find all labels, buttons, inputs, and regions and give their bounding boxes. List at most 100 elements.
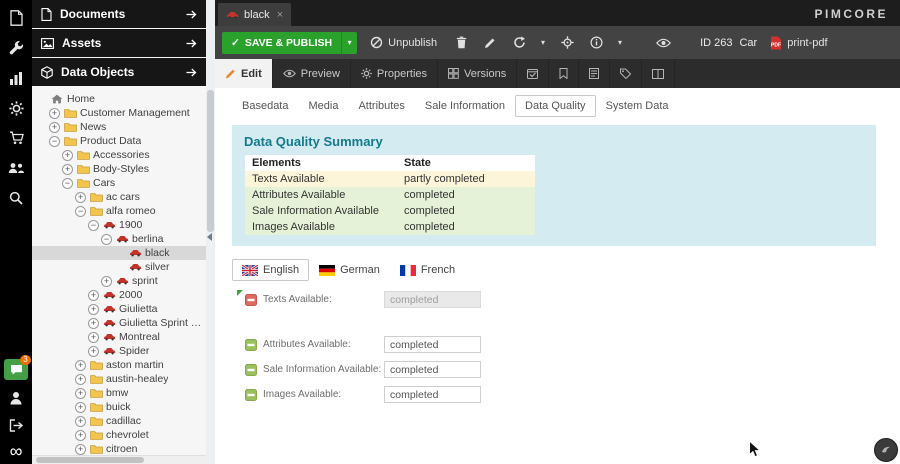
users-icon[interactable] xyxy=(6,159,26,177)
reload-button[interactable] xyxy=(508,32,530,54)
open-preview-button[interactable] xyxy=(652,32,674,54)
info-button[interactable] xyxy=(585,32,607,54)
content-tab-sale-information[interactable]: Sale Information xyxy=(415,95,515,117)
user-profile-icon[interactable] xyxy=(6,389,26,407)
language-tab-german[interactable]: German xyxy=(309,259,390,281)
unpublish-button[interactable]: Unpublish xyxy=(364,32,443,54)
tools-icon[interactable] xyxy=(6,39,26,57)
tree-item-cadillac[interactable]: +cadillac xyxy=(32,414,206,428)
open-document-tab-black[interactable]: black × xyxy=(218,3,291,26)
tree-expander-icon[interactable]: + xyxy=(88,290,99,301)
editor-tab-tag[interactable] xyxy=(610,59,642,88)
tree-expander-icon[interactable]: − xyxy=(62,178,73,189)
tree-item-buick[interactable]: +buick xyxy=(32,400,206,414)
field-input-sale-information-available[interactable] xyxy=(384,361,481,378)
editor-tab-bookmark[interactable] xyxy=(549,59,579,88)
tree-item-black[interactable]: black xyxy=(32,246,206,260)
accordion-data-objects[interactable]: Data Objects xyxy=(32,58,206,86)
content-tab-media[interactable]: Media xyxy=(298,95,348,117)
content-tab-data-quality[interactable]: Data Quality xyxy=(515,95,596,117)
file-icon[interactable] xyxy=(6,9,26,27)
tree-item-ac-cars[interactable]: +ac cars xyxy=(32,190,206,204)
editor-tab-properties[interactable]: Properties xyxy=(351,59,438,88)
save-publish-button[interactable]: ✓ SAVE & PUBLISH ▾ xyxy=(222,32,357,54)
tree-item-cars[interactable]: −Cars xyxy=(32,176,206,190)
tree-expander-icon[interactable]: + xyxy=(75,192,86,203)
editor-tab-edit[interactable]: Edit xyxy=(215,59,273,88)
collapse-panel-icon[interactable] xyxy=(207,233,212,241)
tree-item-product-data[interactable]: −Product Data xyxy=(32,134,206,148)
tree-expander-icon[interactable]: + xyxy=(88,304,99,315)
panel-splitter[interactable] xyxy=(206,0,215,464)
tree-item-citroen[interactable]: +citroen xyxy=(32,442,206,455)
tree-item-chevrolet[interactable]: +chevrolet xyxy=(32,428,206,442)
language-tab-french[interactable]: French xyxy=(390,259,465,281)
tree-expander-icon[interactable]: + xyxy=(49,108,60,119)
tree-expander-icon[interactable]: + xyxy=(75,374,86,385)
tree-expander-icon[interactable]: + xyxy=(62,164,73,175)
tree-item-sprint[interactable]: +sprint xyxy=(32,274,206,288)
tree-item-berlina[interactable]: −berlina xyxy=(32,232,206,246)
content-tab-basedata[interactable]: Basedata xyxy=(232,95,298,117)
language-tab-english[interactable]: English xyxy=(232,259,309,281)
horizontal-scrollbar[interactable] xyxy=(32,455,206,464)
tree-expander-icon[interactable]: + xyxy=(75,416,86,427)
tree-item-accessories[interactable]: +Accessories xyxy=(32,148,206,162)
vertical-scrollbar-thumb[interactable] xyxy=(207,90,214,232)
tree-item-aston-martin[interactable]: +aston martin xyxy=(32,358,206,372)
close-icon[interactable]: × xyxy=(277,9,283,21)
profiler-toggle-button[interactable] xyxy=(874,438,898,462)
tree-expander-icon[interactable]: + xyxy=(49,122,60,133)
reload-options-caret[interactable]: ▾ xyxy=(537,32,549,54)
tree-expander-icon[interactable]: + xyxy=(88,318,99,329)
tree-expander-icon[interactable]: + xyxy=(75,444,86,455)
field-input-images-available[interactable] xyxy=(384,386,481,403)
locate-in-tree-button[interactable] xyxy=(556,32,578,54)
tree-expander-icon[interactable]: + xyxy=(75,360,86,371)
settings-gear-icon[interactable] xyxy=(6,99,26,117)
tree-expander-icon[interactable]: + xyxy=(62,150,73,161)
search-icon[interactable] xyxy=(6,189,26,207)
notifications-chat-button[interactable]: 3 xyxy=(4,359,28,380)
tree-item-silver[interactable]: silver xyxy=(32,260,206,274)
print-pdf-button[interactable]: PDF print-pdf xyxy=(764,32,833,54)
tree-item-alfa-romeo[interactable]: −alfa romeo xyxy=(32,204,206,218)
editor-tab-calendar[interactable] xyxy=(517,59,549,88)
tree-expander-icon[interactable]: + xyxy=(75,430,86,441)
tree-expander-icon[interactable]: + xyxy=(75,402,86,413)
tree-item-news[interactable]: +News xyxy=(32,120,206,134)
scrollbar-thumb[interactable] xyxy=(36,457,144,463)
field-input-texts-available[interactable] xyxy=(384,291,481,308)
save-options-caret[interactable]: ▾ xyxy=(341,32,357,54)
stats-icon[interactable] xyxy=(6,69,26,87)
editor-tab-notes[interactable] xyxy=(579,59,610,88)
editor-tab-preview[interactable]: Preview xyxy=(273,59,351,88)
tree-expander-icon[interactable]: + xyxy=(88,332,99,343)
info-options-caret[interactable]: ▾ xyxy=(614,32,626,54)
editor-tab-columns[interactable] xyxy=(642,59,675,88)
tree-item-bmw[interactable]: +bmw xyxy=(32,386,206,400)
tree-expander-icon[interactable]: + xyxy=(101,276,112,287)
tree-item-giulietta[interactable]: +Giulietta xyxy=(32,302,206,316)
accordion-documents[interactable]: Documents xyxy=(32,0,206,28)
tree-expander-icon[interactable]: − xyxy=(49,136,60,147)
content-tab-attributes[interactable]: Attributes xyxy=(348,95,414,117)
tree-item-austin-healey[interactable]: +austin-healey xyxy=(32,372,206,386)
tree-expander-icon[interactable]: − xyxy=(88,220,99,231)
ecommerce-cart-icon[interactable] xyxy=(6,129,26,147)
tree-expander-icon[interactable]: − xyxy=(75,206,86,217)
delete-button[interactable] xyxy=(450,32,472,54)
accordion-assets[interactable]: Assets xyxy=(32,29,206,57)
field-input-attributes-available[interactable] xyxy=(384,336,481,353)
tree-item-home[interactable]: Home xyxy=(32,92,206,106)
tree-item-2000[interactable]: +2000 xyxy=(32,288,206,302)
tree-item-body-styles[interactable]: +Body-Styles xyxy=(32,162,206,176)
tree-expander-icon[interactable]: + xyxy=(88,346,99,357)
editor-tab-versions[interactable]: Versions xyxy=(438,59,517,88)
tree-item-1900[interactable]: −1900 xyxy=(32,218,206,232)
tree-expander-icon[interactable]: + xyxy=(75,388,86,399)
rename-button[interactable] xyxy=(479,32,501,54)
tree-item-giulietta-sprint-specia[interactable]: +Giulietta Sprint Specia... xyxy=(32,316,206,330)
tree-item-spider[interactable]: +Spider xyxy=(32,344,206,358)
tree-item-customer-management[interactable]: +Customer Management xyxy=(32,106,206,120)
